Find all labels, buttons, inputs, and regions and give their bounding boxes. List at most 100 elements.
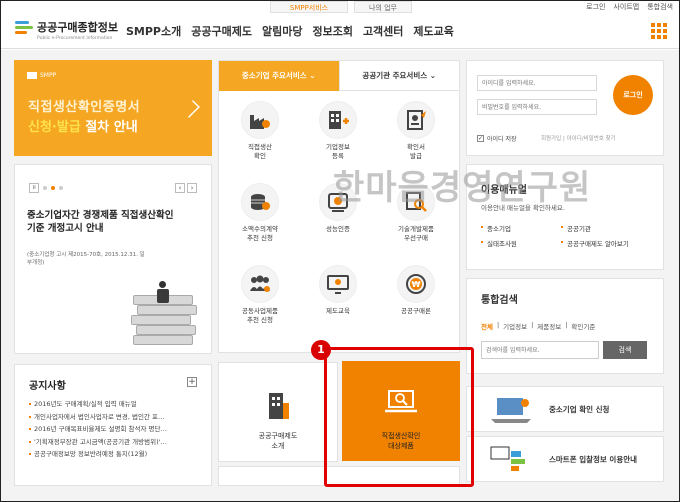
main-services-panel: 중소기업 주요서비스 ⌄ 공공기관 주요서비스 ⌄ 직접생산 확인 기업정보 등… <box>218 60 460 353</box>
guide-title: 이용매뉴얼 <box>481 185 527 196</box>
service-label: 공동사업제품 추천 신청 <box>242 307 278 324</box>
login-link[interactable]: 로그인 <box>586 1 605 13</box>
tab-my-work[interactable]: 나의 업무 <box>354 1 412 13</box>
site-header: 공공구매종합정보 Public e-Procurement Informatio… <box>1 13 679 49</box>
service-performance-cert[interactable]: 성능인증 <box>303 183 373 255</box>
sme-confirmation-shortcut[interactable]: 중소기업 확인 신청 <box>466 386 664 432</box>
banner-headline: 직접생산확인증명서 <box>28 100 141 115</box>
service-joint-project[interactable]: 공동사업제품 추천 신청 <box>225 265 295 337</box>
nav-item-info-search[interactable]: 정보조회 <box>312 23 352 39</box>
save-id-checkbox[interactable]: ✓ 아이디 저장 <box>477 134 517 143</box>
service-certificate[interactable]: 확인서 발급 <box>381 101 451 173</box>
coins-icon <box>241 183 279 221</box>
utility-links: 로그인 사이트맵 통합검색 <box>586 1 673 13</box>
chevron-down-icon: ⌄ <box>429 71 437 80</box>
service-label: 직접생산 확인 <box>248 143 272 160</box>
category-separator: | <box>496 321 500 329</box>
checkbox-icon: ✓ <box>477 135 484 142</box>
login-button[interactable]: 로그인 <box>613 75 653 115</box>
guide-links: 중소기업 공공기관 실태조사원 공공구매제도 알아보기 <box>481 223 661 248</box>
search-button[interactable]: 검색 <box>603 341 647 359</box>
service-label: 기술개발제품 우선구매 <box>398 225 434 242</box>
guide-subtitle: 이용안내 매뉴얼을 확인하세요. <box>481 204 565 212</box>
service-tabs: 중소기업 주요서비스 ⌄ 공공기관 주요서비스 ⌄ <box>219 61 459 91</box>
save-id-label: 아이디 저장 <box>487 136 517 143</box>
user-id-input[interactable] <box>477 75 597 91</box>
list-item[interactable]: '기획재정부장관 고시금액(공공기관 개방범위)'… <box>29 436 204 449</box>
laptop-icon <box>489 395 533 425</box>
banner-tag-text: SMPP <box>40 72 57 79</box>
building-info-icon <box>319 101 357 139</box>
nav-item-smpp-intro[interactable]: SMPP소개 <box>126 23 181 39</box>
search-category-criteria[interactable]: 확인기준 <box>571 321 595 331</box>
nav-item-education[interactable]: 제도교육 <box>413 23 453 39</box>
search-categories: 전체 | 기업정보 | 제품정보 | 확인기준 <box>481 321 595 331</box>
next-arrow-icon[interactable]: › <box>187 183 197 193</box>
prev-arrow-icon[interactable]: ‹ <box>175 183 185 193</box>
public-building-icon <box>265 389 293 421</box>
tab-public-services-label: 공공기관 주요서비스 <box>362 71 428 80</box>
book-stack-illustration <box>131 275 197 345</box>
service-procurement-loan[interactable]: ₩ 공공구매론 <box>381 265 451 337</box>
service-direct-production[interactable]: 직접생산 확인 <box>225 101 295 173</box>
service-small-contract[interactable]: 소액수의계약 추천 신청 <box>225 183 295 255</box>
performance-cert-icon <box>319 183 357 221</box>
chevron-down-icon: ⌄ <box>309 71 316 80</box>
service-company-info[interactable]: 기업정보 등록 <box>303 101 373 173</box>
account-links[interactable]: 회원가입 | 아이디/비밀번호 찾기 <box>541 134 616 142</box>
factory-icon <box>241 101 279 139</box>
pause-button[interactable]: ॥ <box>29 183 39 193</box>
bid-info-icon <box>489 445 533 475</box>
service-tech-product[interactable]: 기술개발제품 우선구매 <box>381 183 451 255</box>
slider-controls: ॥ <box>29 183 63 193</box>
tab-public-services[interactable]: 공공기관 주요서비스 ⌄ <box>338 61 459 91</box>
slider-dot[interactable] <box>59 186 63 190</box>
top-utility-bar: SMPP서비스 나의 업무 로그인 사이트맵 통합검색 <box>1 1 679 13</box>
banner-subheadline-rest: 절차 안내 <box>80 120 138 135</box>
notice-slide-title[interactable]: 중소기업자간 경쟁제품 직접생산확인기준 개정고시 안내 <box>27 209 177 235</box>
nav-item-customer-center[interactable]: 고객센터 <box>363 23 403 39</box>
svg-text:₩: ₩ <box>412 280 421 289</box>
shortcut-label: 중소기업 확인 신청 <box>549 405 610 414</box>
guide-link-public[interactable]: 공공기관 <box>561 223 661 233</box>
step-number-badge: 1 <box>311 340 331 360</box>
login-box: 로그인 ✓ 아이디 저장 회원가입 | 아이디/비밀번호 찾기 <box>466 60 664 156</box>
certificate-guide-banner[interactable]: SMPP 직접생산확인증명서 신청·발급 절차 안내 <box>14 60 212 156</box>
service-education[interactable]: 제도교육 <box>303 265 373 337</box>
more-plus-icon[interactable]: + <box>187 377 197 387</box>
search-category-all[interactable]: 전체 <box>481 321 493 331</box>
slider-dot[interactable] <box>43 186 47 190</box>
notice-slider: ॥ ‹ › 중소기업자간 경쟁제품 직접생산확인기준 개정고시 안내 (중소기업… <box>14 164 212 354</box>
smartphone-bid-info-shortcut[interactable]: 스마트폰 입찰정보 이용안내 <box>466 436 664 482</box>
banner-tag: SMPP <box>27 72 56 79</box>
certificate-icon <box>397 101 435 139</box>
nav-item-procurement-system[interactable]: 공공구매제도 <box>191 23 252 39</box>
list-item[interactable]: 2016년도 구매계획/실적 입력 매뉴얼 <box>29 398 204 411</box>
slider-dot-active[interactable] <box>51 186 55 190</box>
total-search-link[interactable]: 통합검색 <box>647 1 673 13</box>
tab-smpp-service[interactable]: SMPP서비스 <box>270 1 348 13</box>
category-separator: | <box>531 321 534 329</box>
category-separator: | <box>565 321 568 329</box>
list-item[interactable]: 2016년 구매목표비율제도 설명회 참석자 명단… <box>29 423 204 436</box>
password-input[interactable] <box>477 99 597 115</box>
guide-link-inspector[interactable]: 실태조사원 <box>481 238 561 248</box>
list-item[interactable]: 공공구매정보망 정보반려예정 통지(12월) <box>29 448 204 461</box>
all-menu-grid-icon[interactable] <box>651 23 667 39</box>
search-category-company[interactable]: 기업정보 <box>503 321 527 331</box>
list-item[interactable]: 개인사업자에서 법인사업자로 변경, 법인간 포… <box>29 411 204 424</box>
procurement-system-intro-tile[interactable]: 공공구매제도 소개 <box>218 362 338 462</box>
nav-item-notice[interactable]: 알림마당 <box>262 23 302 39</box>
shortcut-label: 스마트폰 입찰정보 이용안내 <box>549 455 638 464</box>
group-icon <box>241 265 279 303</box>
site-logo[interactable]: 공공구매종합정보 Public e-Procurement Informatio… <box>15 19 118 41</box>
main-navigation: SMPP소개 공공구매제도 알림마당 정보조회 고객센터 제도교육 <box>126 23 454 39</box>
guide-link-sme[interactable]: 중소기업 <box>481 223 561 233</box>
search-category-product[interactable]: 제품정보 <box>537 321 561 331</box>
tab-sme-services[interactable]: 중소기업 주요서비스 ⌄ <box>219 61 339 91</box>
search-input[interactable] <box>481 341 599 359</box>
book-icon <box>27 72 37 79</box>
sitemap-link[interactable]: 사이트맵 <box>613 1 639 13</box>
guide-link-system[interactable]: 공공구매제도 알아보기 <box>561 238 661 248</box>
tab-sme-services-label: 중소기업 주요서비스 <box>241 71 307 80</box>
